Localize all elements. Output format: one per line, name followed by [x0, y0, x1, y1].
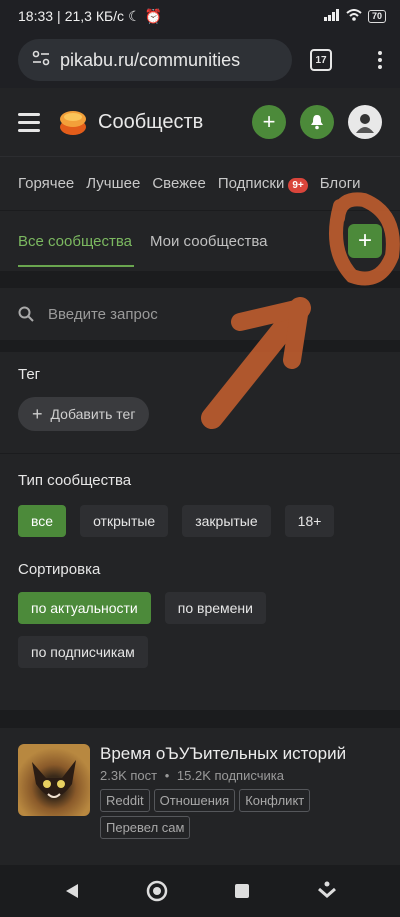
- site-settings-icon[interactable]: [32, 50, 50, 71]
- tab-hot[interactable]: Горячее: [18, 175, 74, 192]
- type-18plus-chip[interactable]: 18+: [284, 505, 335, 537]
- tab-blogs[interactable]: Блоги: [320, 175, 361, 192]
- type-label: Тип сообщества: [18, 472, 132, 489]
- community-tabs: Все сообщества Мои сообщества +: [0, 211, 400, 271]
- community-title[interactable]: Время оЪУЪительных историй: [100, 744, 382, 764]
- url-field[interactable]: pikabu.ru/communities: [18, 39, 292, 81]
- notifications-button[interactable]: [300, 105, 334, 139]
- create-post-button[interactable]: +: [252, 105, 286, 139]
- app-header: Сообществ +: [0, 88, 400, 156]
- search-icon: [18, 306, 34, 322]
- tabs-count-button[interactable]: 17: [310, 49, 332, 71]
- moon-icon: ☾: [128, 7, 141, 24]
- subscriptions-badge: 9+: [288, 178, 308, 193]
- url-text: pikabu.ru/communities: [60, 49, 241, 70]
- nav-down-icon[interactable]: [316, 880, 338, 902]
- page-title: Сообществ: [98, 110, 204, 133]
- search-bar[interactable]: Введите запрос: [0, 288, 400, 340]
- feed-tabs: Горячее Лучшее Свежее Подписки 9+ Блоги: [0, 156, 400, 210]
- community-avatar: [18, 744, 90, 816]
- community-tag[interactable]: Перевел сам: [100, 816, 191, 839]
- sort-time-chip[interactable]: по времени: [164, 592, 266, 624]
- recents-icon[interactable]: [233, 882, 251, 900]
- add-community-button[interactable]: +: [348, 224, 382, 258]
- type-closed-chip[interactable]: закрытые: [182, 505, 271, 537]
- battery-icon: 70: [367, 9, 386, 23]
- type-all-chip[interactable]: все: [18, 505, 67, 537]
- browser-toolbar: pikabu.ru/communities 17: [0, 32, 400, 88]
- system-nav-bar: [0, 865, 400, 917]
- community-tag[interactable]: Конфликт: [239, 789, 311, 812]
- sort-label: Сортировка: [18, 561, 101, 578]
- sort-relevance-chip[interactable]: по актуальности: [18, 592, 151, 624]
- wifi-icon: [346, 8, 362, 24]
- community-tag[interactable]: Отношения: [153, 789, 236, 812]
- community-tags: Reddit Отношения Конфликт Перевел сам: [100, 789, 382, 839]
- filters-panel: Тег + Добавить тег Тип сообщества все отк…: [0, 352, 400, 710]
- add-tag-button[interactable]: + Добавить тег: [18, 397, 150, 431]
- plus-icon: +: [32, 403, 43, 424]
- pikabu-logo[interactable]: [58, 107, 88, 137]
- back-icon[interactable]: [63, 882, 81, 900]
- status-bar: 18:33 | 21,3 КБ/с ☾ ⏰ 70: [0, 0, 400, 32]
- community-tag[interactable]: Reddit: [100, 789, 150, 812]
- hamburger-menu-icon[interactable]: [18, 112, 40, 132]
- home-icon[interactable]: [146, 880, 168, 902]
- tab-my-communities[interactable]: Мои сообщества: [150, 233, 268, 250]
- tab-fresh[interactable]: Свежее: [152, 175, 206, 192]
- user-avatar[interactable]: [348, 105, 382, 139]
- signal-icon: [323, 8, 340, 24]
- status-time: 18:33: [18, 8, 54, 24]
- type-open-chip[interactable]: открытые: [80, 505, 169, 537]
- sort-subscribers-chip[interactable]: по подписчикам: [18, 636, 148, 668]
- bell-icon: [311, 115, 323, 130]
- community-stats: 2.3K пост • 15.2K подписчика: [100, 768, 284, 783]
- alarm-icon: ⏰: [144, 7, 163, 24]
- tag-label: Тег: [18, 366, 41, 383]
- tab-subscriptions[interactable]: Подписки 9+: [218, 175, 308, 193]
- search-input[interactable]: Введите запрос: [48, 306, 158, 323]
- tab-all-communities[interactable]: Все сообщества: [18, 233, 134, 267]
- browser-menu-icon[interactable]: [378, 51, 382, 69]
- tab-best[interactable]: Лучшее: [86, 175, 140, 192]
- status-speed: 21,3 КБ/с: [64, 8, 125, 24]
- community-card[interactable]: Время оЪУЪительных историй 2.3K пост • 1…: [0, 728, 400, 866]
